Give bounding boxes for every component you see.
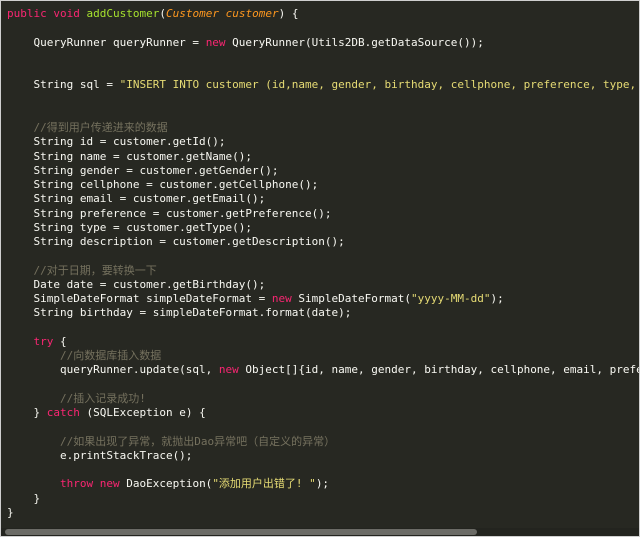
scrollbar-thumb[interactable] (5, 529, 477, 535)
code-token: new (271, 292, 292, 305)
code-line: QueryRunner queryRunner = new QueryRunne… (7, 35, 639, 50)
code-token: ) { (278, 7, 299, 20)
code-line: //对于日期，要转换一下 (7, 263, 639, 278)
code-line: String description = customer.getDescrip… (7, 235, 639, 249)
code-token: throw new (7, 477, 120, 491)
code-token: String gender = customer.getGender(); (7, 163, 279, 177)
code-token: addCustomer (86, 7, 160, 20)
code-line: String id = customer.getId(); (7, 135, 639, 149)
code-line: String sql = "INSERT INTO customer (id,n… (7, 78, 639, 92)
code-token: //对于日期，要转换一下 (7, 263, 157, 277)
code-token: } (7, 505, 14, 519)
code-line: public void addCustomer(Customer custome… (7, 7, 639, 21)
code-line: throw new DaoException("添加用户出错了! "); (7, 477, 639, 491)
code-line: String preference = customer.getPreferen… (7, 206, 639, 221)
code-block: public void addCustomer(Customer custome… (7, 7, 640, 520)
code-token: String birthday = simpleDateFormat.forma… (7, 306, 352, 320)
code-token: e.printStackTrace(); (7, 448, 193, 462)
code-token: QueryRunner queryRunner = (7, 35, 206, 49)
code-token: } (7, 491, 41, 505)
code-line: String email = customer.getEmail(); (7, 192, 639, 206)
code-token: //插入记录成功! (7, 391, 146, 405)
code-token: ( (159, 7, 166, 20)
code-token: DaoException( (119, 477, 213, 491)
code-token: String cellphone = customer.getCellphone… (7, 178, 319, 191)
code-token: ); (490, 292, 504, 305)
code-line: //如果出现了异常，就抛出Dao异常吧（自定义的异常） (7, 434, 639, 449)
code-token: String preference = customer.getPreferen… (7, 206, 332, 220)
code-token: //得到用户传递进来的数据 (7, 121, 168, 134)
code-token: public (7, 7, 47, 20)
code-token: SimpleDateFormat simpleDateFormat = (7, 292, 272, 305)
code-token: //如果出现了异常，就抛出Dao异常吧（自定义的异常） (7, 434, 336, 448)
code-line: } (7, 505, 639, 520)
code-line: String cellphone = customer.getCellphone… (7, 178, 639, 192)
code-token: String type = customer.getType(); (7, 220, 253, 234)
code-token: void (46, 7, 87, 20)
code-token: String description = customer.getDescrip… (7, 235, 345, 248)
code-token: Customer customer (165, 7, 279, 20)
code-line: try { (7, 334, 639, 349)
code-token: String email = customer.getEmail(); (7, 192, 266, 206)
code-editor[interactable]: public void addCustomer(Customer custome… (0, 0, 640, 537)
code-line: e.printStackTrace(); (7, 448, 639, 463)
code-token: try (7, 334, 54, 348)
code-line: } (7, 491, 639, 506)
code-token: new (205, 35, 226, 49)
code-token: String name = customer.getName(); (7, 149, 253, 163)
code-token: //向数据库插入数据 (7, 349, 162, 362)
code-token: "INSERT INTO customer (id,name, gender, … (119, 78, 637, 92)
code-token: String sql = (7, 78, 120, 92)
code-line: String birthday = simpleDateFormat.forma… (7, 306, 639, 320)
code-token: QueryRunner(Utils2DB.getDataSource()); (225, 35, 484, 49)
code-line: queryRunner.update(sql, new Object[]{id,… (7, 363, 640, 377)
code-token: queryRunner.update(sql, (7, 363, 219, 377)
code-line: //向数据库插入数据 (7, 349, 639, 363)
code-line: SimpleDateFormat simpleDateFormat = new … (7, 292, 639, 306)
code-line: String type = customer.getType(); (7, 220, 639, 235)
code-token: new (218, 363, 239, 377)
code-line: //得到用户传递进来的数据 (7, 121, 639, 135)
code-token: { (53, 334, 67, 348)
code-line: String gender = customer.getGender(); (7, 163, 639, 178)
code-token: Date date = customer.getBirthday(); (7, 277, 266, 291)
code-token: "添加用户出错了! " (212, 477, 316, 491)
code-line: Date date = customer.getBirthday(); (7, 277, 639, 292)
code-line: String name = customer.getName(); (7, 149, 639, 164)
code-token: catch (46, 406, 80, 419)
code-line: //插入记录成功! (7, 391, 639, 406)
code-token: ); (315, 477, 330, 491)
code-token: (SQLException e) { (79, 406, 206, 419)
code-token: Object[]{id, name, gender, birthday, cel… (245, 363, 640, 377)
code-token: String id = customer.getId(); (7, 135, 226, 149)
code-token: "yyyy-MM-dd" (411, 292, 491, 305)
code-token: SimpleDateFormat( (291, 292, 411, 305)
code-line: } catch (SQLException e) { (7, 406, 639, 420)
code-token: } (7, 406, 47, 419)
horizontal-scrollbar[interactable] (1, 528, 639, 536)
